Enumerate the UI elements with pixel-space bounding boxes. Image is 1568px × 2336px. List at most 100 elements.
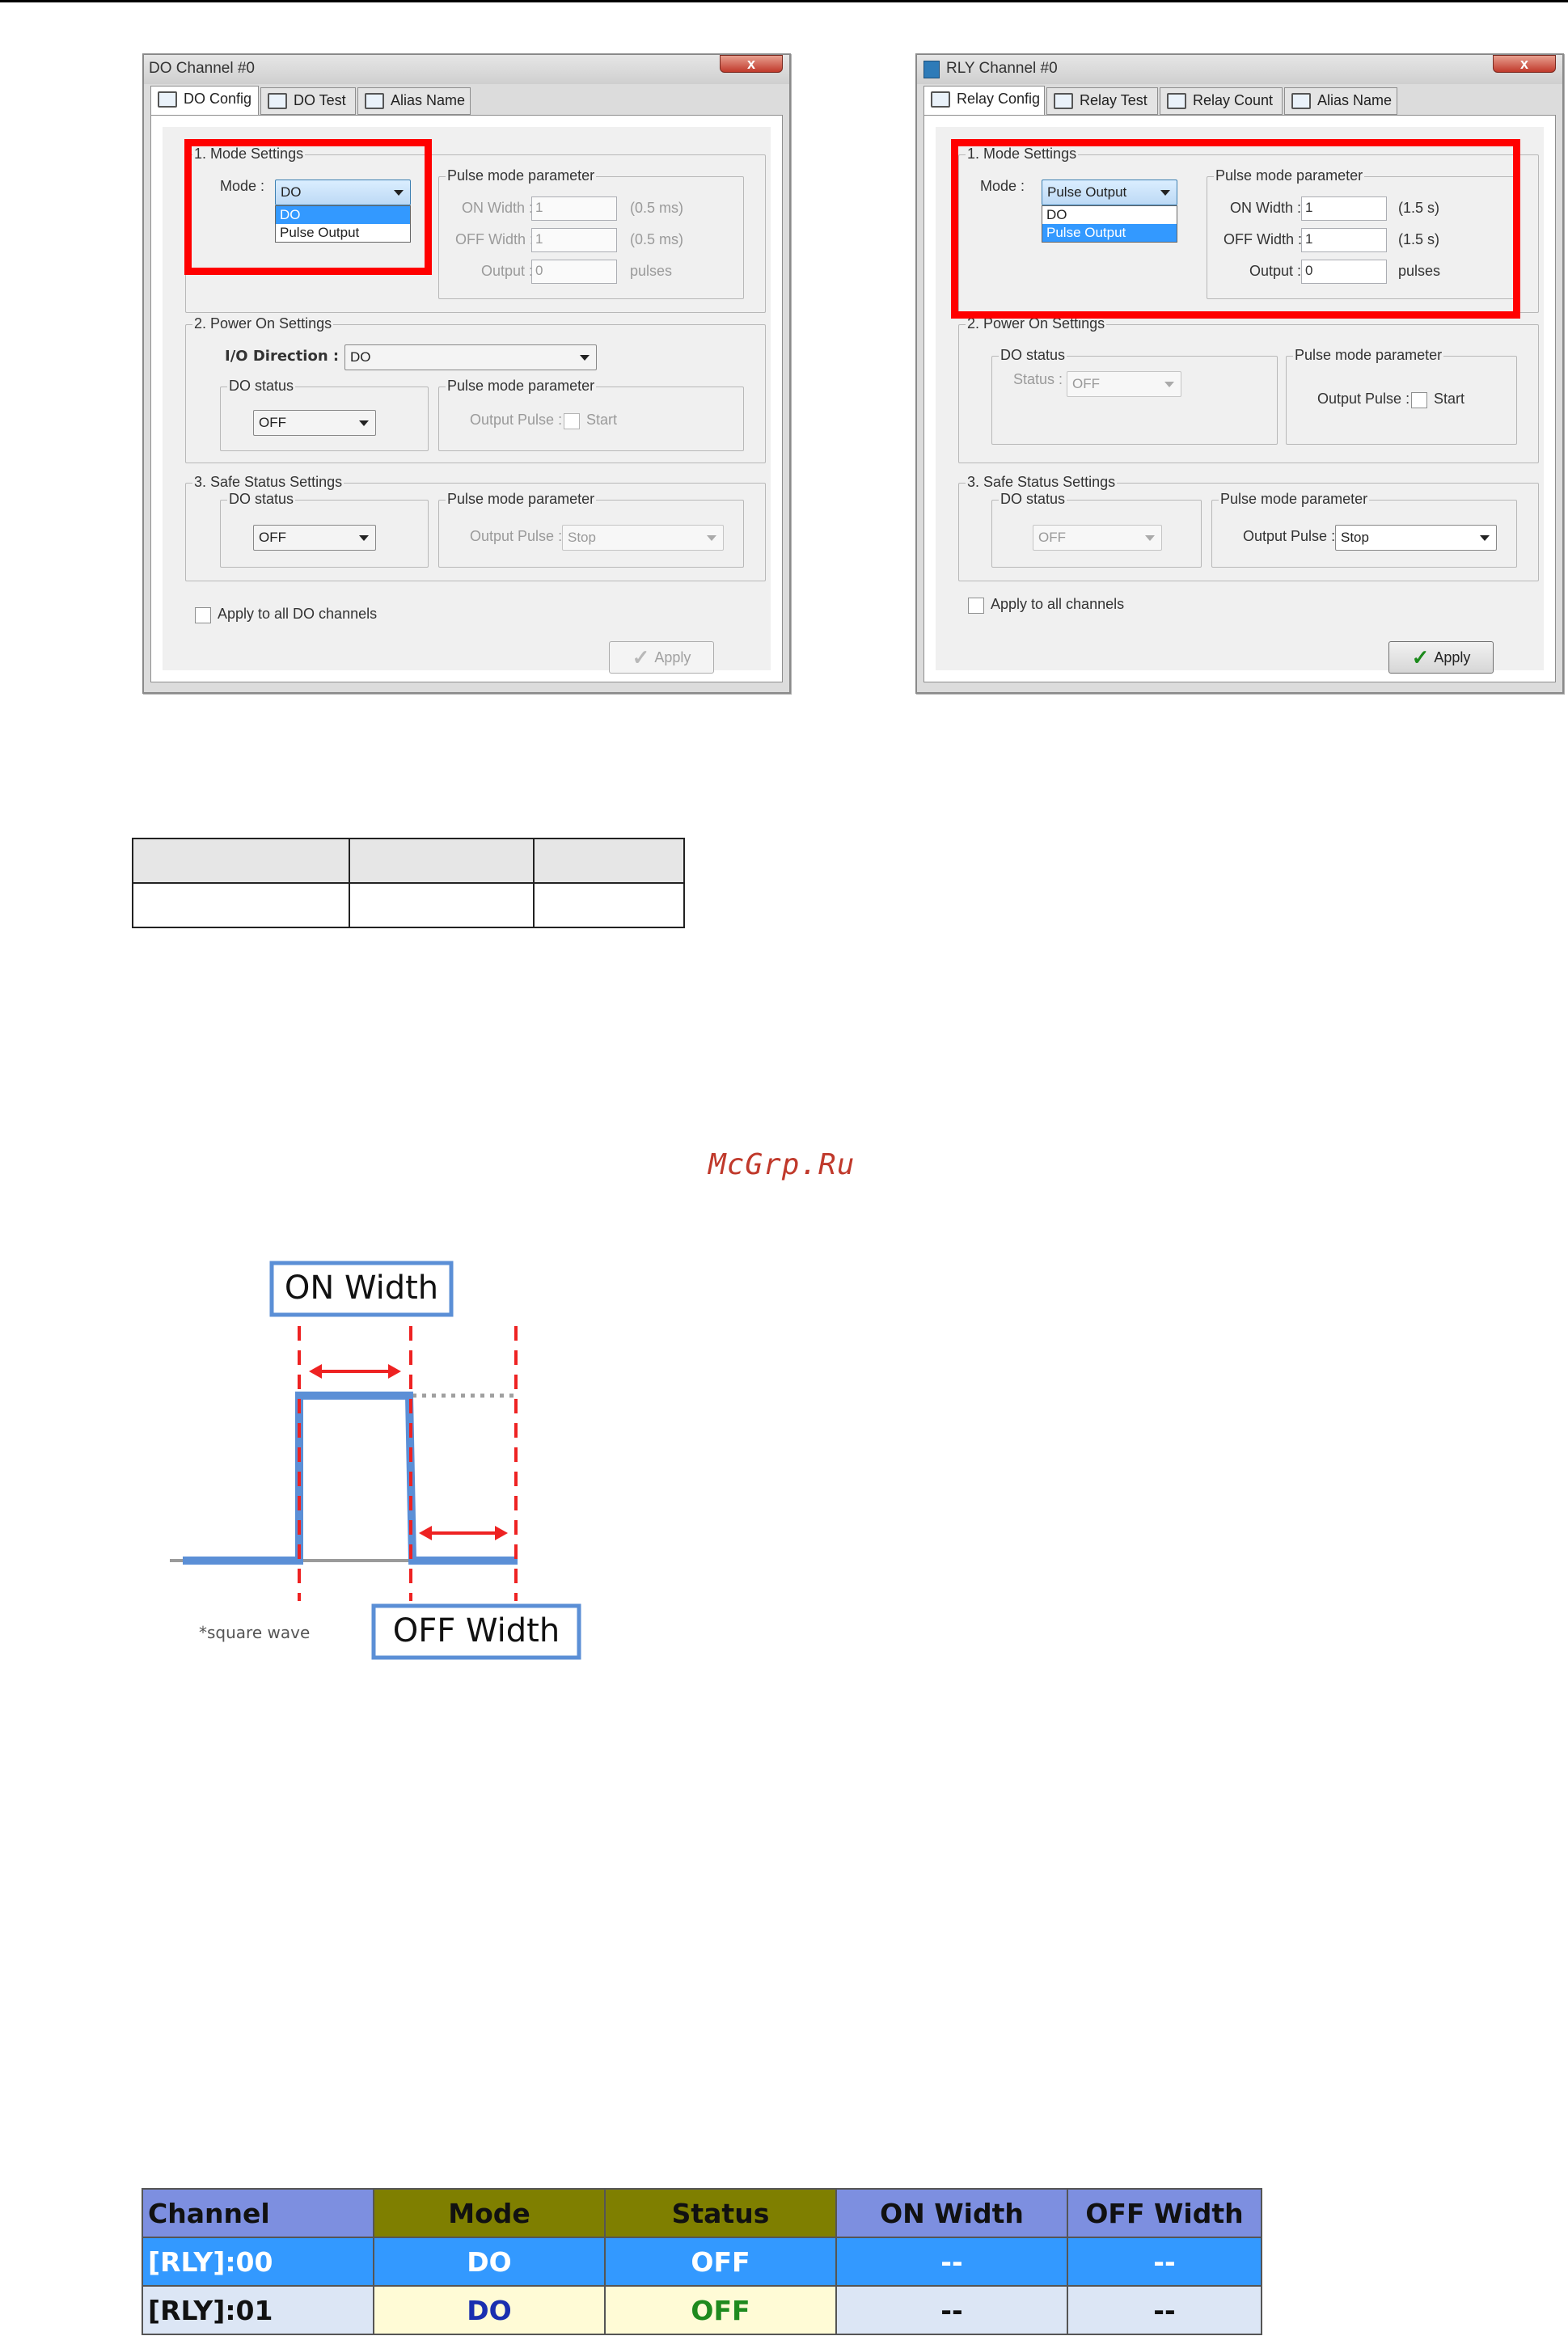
safe-output-pulse-select[interactable]: Stop (1335, 525, 1497, 551)
chevron-down-icon (359, 535, 369, 541)
off-width-unit: (0.5 ms) (630, 231, 684, 247)
safe-status-legend: 3. Safe Status Settings (192, 474, 344, 491)
channel-status-table: Channel Mode Status ON Width OFF Width [… (142, 2188, 1262, 2335)
do-status-legend: DO status (227, 378, 296, 395)
cell-off-width: -- (1067, 2285, 1262, 2335)
safe-status-legend: 3. Safe Status Settings (966, 474, 1118, 491)
off-width-input[interactable]: 1 (531, 228, 617, 252)
cell-status: OFF (604, 2237, 837, 2287)
pulse-params-legend: Pulse mode parameter (446, 167, 597, 184)
cell-channel: [RLY]:00 (142, 2237, 374, 2287)
table-header-row (132, 838, 685, 884)
arrow-head-left (309, 1364, 322, 1379)
start-checkbox[interactable] (564, 413, 580, 429)
safe-do-status-group: DO status OFF (220, 491, 429, 568)
power-on-pulse-legend: Pulse mode parameter (1293, 347, 1444, 364)
on-width-input[interactable]: 1 (531, 196, 617, 221)
safe-do-status-value: OFF (1038, 530, 1066, 545)
counter-icon (1167, 93, 1186, 109)
safe-status-group: 3. Safe Status Settings DO status OFF Pu… (185, 474, 766, 581)
safe-pulse-legend: Pulse mode parameter (446, 491, 597, 508)
on-width-label: ON Width : (462, 200, 534, 216)
table-cell (132, 838, 350, 884)
header-channel[interactable]: Channel (142, 2188, 374, 2238)
power-on-legend: 2. Power On Settings (192, 315, 334, 332)
output-unit: pulses (630, 263, 673, 279)
table-row (132, 882, 685, 928)
apply-label: Apply (654, 649, 691, 665)
chevron-down-icon (580, 355, 590, 361)
cell-off-width: -- (1067, 2237, 1262, 2287)
tab-alias-name[interactable]: Alias Name (357, 87, 471, 115)
close-button[interactable]: x (720, 55, 783, 73)
monitor-icon (1054, 93, 1073, 109)
config-icon (931, 91, 950, 108)
tab-label: Alias Name (1317, 92, 1393, 108)
arrow-head-left (419, 1526, 432, 1540)
header-status[interactable]: Status (604, 2188, 837, 2238)
safe-do-status-group: DO status OFF (991, 491, 1202, 568)
header-off-width[interactable]: OFF Width (1067, 2188, 1262, 2238)
safe-do-status-select[interactable]: OFF (253, 525, 376, 551)
apply-all-checkbox[interactable] (195, 607, 211, 623)
output-pulse-label: Output Pulse : (1317, 391, 1410, 407)
edit-icon (1291, 93, 1311, 109)
header-on-width[interactable]: ON Width (835, 2188, 1068, 2238)
power-on-pulse-group: Pulse mode parameter Output Pulse : Star… (438, 378, 744, 451)
status-value: OFF (1072, 376, 1100, 391)
apply-button[interactable]: ✓ Apply (1388, 641, 1494, 674)
io-direction-select[interactable]: DO (344, 344, 597, 370)
tab-relay-config[interactable]: Relay Config (923, 86, 1045, 115)
table-row[interactable]: [RLY]:00 DO OFF -- -- (142, 2237, 1262, 2287)
tab-label: DO Config (184, 91, 252, 107)
safe-pulse-group: Pulse mode parameter Output Pulse : Stop (1211, 491, 1517, 568)
tab-do-config[interactable]: DO Config (150, 86, 259, 115)
square-wave-note: *square wave (199, 1623, 310, 1642)
square-wave-diagram: ON Width OFF Width *square wave (170, 1261, 581, 1660)
do-status-value: OFF (259, 415, 286, 430)
do-status-legend: DO status (999, 347, 1067, 364)
chevron-down-icon (1164, 382, 1174, 387)
page-top-rule (0, 0, 1568, 2)
tab-relay-test[interactable]: Relay Test (1046, 87, 1158, 115)
start-label: Start (586, 412, 618, 428)
on-width-label: ON Width (285, 1269, 438, 1307)
window-title: RLY Channel #0 (946, 60, 1058, 77)
chevron-down-icon (1145, 535, 1155, 541)
safe-status-group: 3. Safe Status Settings DO status OFF Pu… (958, 474, 1539, 581)
status-select[interactable]: OFF (1067, 371, 1181, 397)
off-width-label: OFF Width (393, 1612, 560, 1650)
table-row[interactable]: [RLY]:01 DO OFF -- -- (142, 2285, 1262, 2335)
tab-label: Alias Name (391, 92, 466, 108)
pulse-params-group: Pulse mode parameter ON Width : 1 (0.5 m… (438, 167, 744, 299)
tab-label: DO Test (294, 92, 346, 108)
header-mode[interactable]: Mode (373, 2188, 606, 2238)
checkmark-icon: ✓ (632, 645, 650, 670)
highlight-box (951, 139, 1520, 319)
table-cell (349, 838, 535, 884)
safe-output-pulse-value: Stop (1341, 530, 1369, 545)
tab-do-test[interactable]: DO Test (260, 87, 356, 115)
apply-all-checkbox[interactable] (968, 598, 984, 614)
window-title: DO Channel #0 (149, 60, 255, 77)
arrow-head-right (495, 1526, 508, 1540)
tab-label: Relay Config (957, 91, 1041, 107)
output-input[interactable]: 0 (531, 260, 617, 284)
close-button[interactable]: x (1493, 55, 1556, 73)
tab-relay-count[interactable]: Relay Count (1160, 87, 1283, 115)
do-status-select[interactable]: OFF (253, 410, 376, 436)
checkmark-icon: ✓ (1411, 645, 1430, 670)
table-cell (533, 882, 685, 928)
start-label: Start (1434, 391, 1465, 407)
start-checkbox[interactable] (1411, 392, 1427, 408)
safe-do-status-select[interactable]: OFF (1033, 525, 1162, 551)
monitor-icon (268, 93, 287, 109)
safe-output-pulse-label: Output Pulse : (1243, 528, 1336, 544)
tab-alias-name[interactable]: Alias Name (1284, 87, 1397, 115)
safe-output-pulse-select[interactable]: Stop (562, 525, 724, 551)
safe-do-status-value: OFF (259, 530, 286, 545)
off-width-label: OFF Width : (455, 231, 535, 247)
wave-line (183, 1392, 518, 1565)
apply-button[interactable]: ✓ Apply (609, 641, 714, 674)
chevron-down-icon (1480, 535, 1490, 541)
